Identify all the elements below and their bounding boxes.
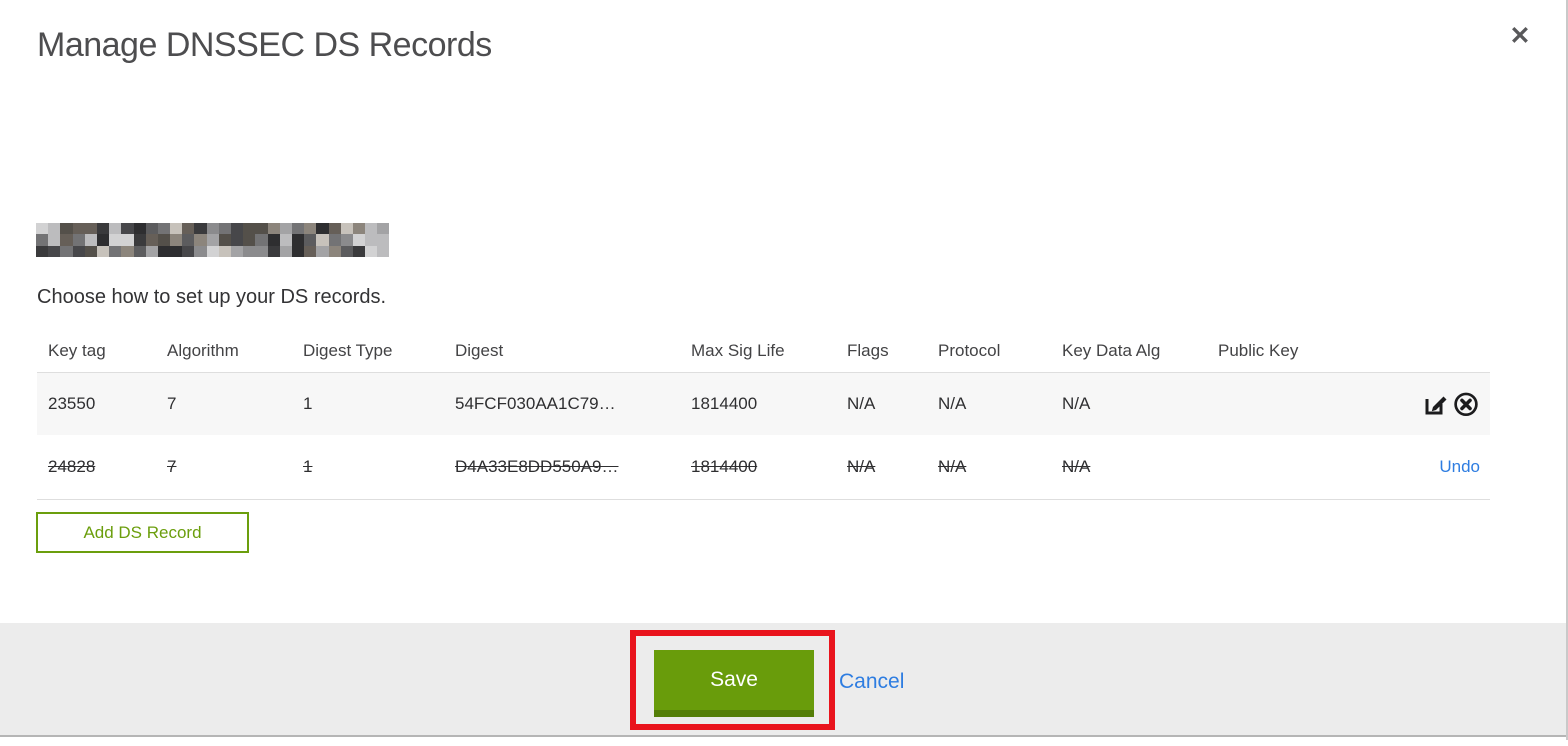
cell-algorithm: 7 [167, 457, 177, 476]
col-header-key-data-alg: Key Data Alg [1062, 341, 1161, 360]
cell-key-data-alg: N/A [1062, 457, 1091, 476]
cell-max-sig-life: 1814400 [691, 457, 758, 476]
edit-record-icon[interactable] [1421, 390, 1450, 419]
cell-key-data-alg: N/A [1062, 394, 1091, 413]
cell-key-tag: 23550 [48, 394, 96, 413]
undo-link[interactable]: Undo [1439, 457, 1480, 477]
cell-protocol: N/A [938, 394, 967, 413]
redacted-domain-name [36, 223, 390, 258]
cell-digest: 54FCF030AA1C79… [455, 394, 616, 413]
add-ds-record-button[interactable]: Add DS Record [36, 512, 249, 553]
table-row: 23550 7 1 54FCF030AA1C79… 1814400 N/A N/… [37, 372, 1490, 435]
col-header-key-tag: Key tag [48, 341, 106, 360]
col-header-digest: Digest [455, 341, 504, 360]
cancel-link[interactable]: Cancel [839, 670, 904, 694]
ds-records-table: Key tag Algorithm Digest Type Digest Max… [37, 330, 1490, 500]
col-header-max-sig-life: Max Sig Life [691, 341, 785, 360]
save-button[interactable]: Save [654, 650, 814, 717]
col-header-public-key: Public Key [1218, 341, 1299, 360]
table-header-row: Key tag Algorithm Digest Type Digest Max… [37, 330, 1490, 372]
cell-flags: N/A [847, 394, 876, 413]
dnssec-modal: Manage DNSSEC DS Records ✕ Choose how to… [0, 0, 1568, 746]
delete-record-icon[interactable] [1451, 390, 1480, 419]
col-header-protocol: Protocol [938, 341, 1001, 360]
col-header-algorithm: Algorithm [167, 341, 239, 360]
col-header-flags: Flags [847, 341, 889, 360]
instruction-text: Choose how to set up your DS records. [37, 286, 387, 308]
cell-key-tag: 24828 [48, 457, 96, 476]
cell-digest-type: 1 [303, 457, 313, 476]
cell-digest-type: 1 [303, 394, 313, 413]
cell-max-sig-life: 1814400 [691, 394, 758, 413]
table-row-deleted: 24828 7 1 D4A33E8DD550A9… 1814400 N/A N/… [37, 435, 1490, 500]
cell-protocol: N/A [938, 457, 967, 476]
close-icon[interactable]: ✕ [1504, 20, 1536, 52]
cell-algorithm: 7 [167, 394, 177, 413]
page-title: Manage DNSSEC DS Records [37, 26, 492, 64]
row-actions [1421, 390, 1490, 419]
col-header-digest-type: Digest Type [303, 341, 393, 360]
cell-digest: D4A33E8DD550A9… [455, 457, 619, 476]
cell-flags: N/A [847, 457, 876, 476]
